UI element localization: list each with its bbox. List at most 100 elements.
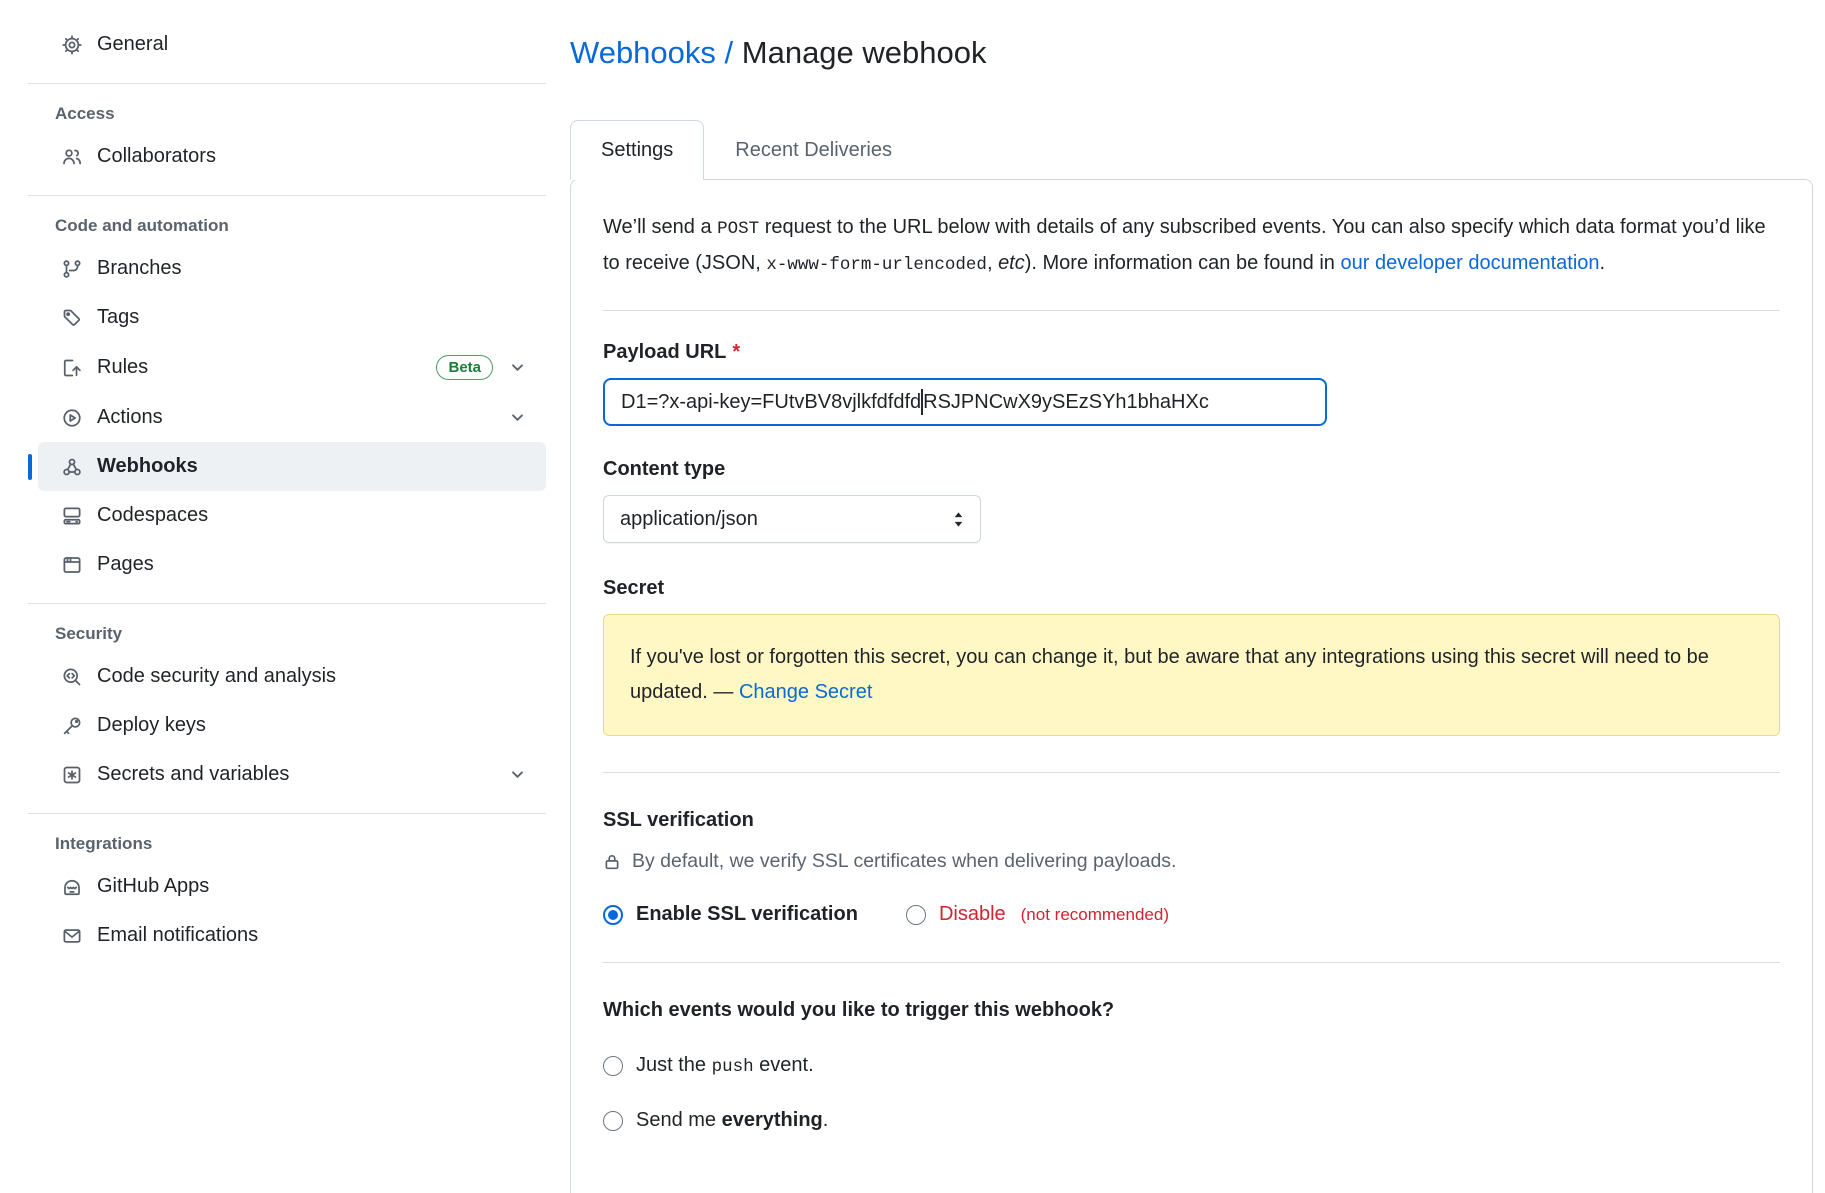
section-divider — [603, 962, 1780, 963]
enable-ssl-option[interactable]: Enable SSL verification — [603, 903, 858, 926]
codespaces-icon — [62, 506, 82, 526]
webhook-icon — [62, 457, 82, 477]
sidebar-item-label: Rules — [97, 356, 148, 379]
sidebar-item-branches[interactable]: Branches — [38, 244, 546, 293]
section-divider — [603, 772, 1780, 773]
sidebar-divider — [28, 813, 546, 814]
sidebar-item-webhooks[interactable]: Webhooks — [38, 442, 546, 491]
sidebar-item-label: Tags — [97, 306, 139, 329]
payload-url-value-after-caret: RSJPNCwX9ySEzSYh1bhaHXc — [923, 391, 1209, 414]
tag-icon — [62, 308, 82, 328]
urlencoded-code: x-www-form-urlencoded — [766, 255, 987, 275]
just-push-label: Just the push event. — [636, 1054, 814, 1077]
git-branch-icon — [62, 259, 82, 279]
page-title: Webhooks / Manage webhook — [570, 28, 1813, 78]
sidebar-item-label: Collaborators — [97, 145, 216, 168]
sidebar-divider — [28, 195, 546, 196]
post-code: POST — [717, 219, 759, 239]
tab-recent-deliveries[interactable]: Recent Deliveries — [704, 120, 923, 180]
sidebar-item-code-security[interactable]: Code security and analysis — [38, 652, 546, 701]
sidebar-item-label: Actions — [97, 406, 163, 429]
intro-text: , — [987, 252, 998, 274]
send-everything-option[interactable]: Send me everything. — [603, 1109, 1780, 1132]
radio-unchecked-icon[interactable] — [603, 1056, 623, 1076]
intro-text: We’ll send a — [603, 216, 717, 238]
gear-icon — [62, 35, 82, 55]
chevron-down-icon[interactable] — [509, 359, 526, 376]
people-icon — [62, 147, 82, 167]
lock-icon — [603, 853, 621, 871]
radio-checked-icon[interactable] — [603, 905, 623, 925]
radio-unchecked-icon[interactable] — [603, 1111, 623, 1131]
send-everything-label: Send me everything. — [636, 1109, 828, 1132]
sidebar-section-header-security: Security — [28, 624, 546, 644]
breadcrumb-webhooks-link[interactable]: Webhooks / — [570, 35, 733, 70]
events-question: Which events would you like to trigger t… — [603, 999, 1780, 1022]
sidebar-item-pages[interactable]: Pages — [38, 540, 546, 589]
tab-settings[interactable]: Settings — [570, 120, 704, 180]
sidebar-item-email-notifications[interactable]: Email notifications — [38, 911, 546, 960]
rules-icon — [62, 358, 82, 378]
secret-label: Secret — [603, 577, 1780, 600]
ssl-note-text: By default, we verify SSL certificates w… — [632, 850, 1176, 873]
tabnav: Settings Recent Deliveries — [570, 120, 1813, 180]
payload-url-value-before-caret: D1=?x-api-key=FUtvBV8vjlkfdfdfd — [621, 391, 921, 414]
sidebar-item-tags[interactable]: Tags — [38, 293, 546, 342]
radio-unchecked-icon[interactable] — [906, 905, 926, 925]
sidebar-item-github-apps[interactable]: GitHub Apps — [38, 862, 546, 911]
developer-documentation-link[interactable]: our developer documentation — [1340, 252, 1599, 274]
ssl-radio-group: Enable SSL verification Disable (not rec… — [603, 903, 1780, 926]
beta-badge: Beta — [436, 355, 493, 380]
sidebar-item-label: Deploy keys — [97, 714, 206, 737]
sidebar-item-label: GitHub Apps — [97, 875, 209, 898]
sidebar-item-collaborators[interactable]: Collaborators — [38, 132, 546, 181]
page-title-text: Manage webhook — [742, 35, 987, 70]
webhook-settings-card: We’ll send a POST request to the URL bel… — [570, 179, 1813, 1193]
sidebar-item-label: Pages — [97, 553, 154, 576]
sidebar-item-label: Code security and analysis — [97, 665, 336, 688]
sidebar-item-rules[interactable]: Rules Beta — [38, 342, 546, 393]
ssl-verification-heading: SSL verification — [603, 809, 1780, 832]
settings-sidebar: General Access Collaborators Code and au… — [0, 0, 546, 1193]
change-secret-link[interactable]: Change Secret — [739, 681, 872, 703]
sidebar-item-label: Webhooks — [97, 455, 198, 478]
just-push-option[interactable]: Just the push event. — [603, 1054, 1780, 1077]
sidebar-divider — [28, 603, 546, 604]
disable-ssl-note: (not recommended) — [1021, 905, 1169, 925]
ssl-note: By default, we verify SSL certificates w… — [603, 850, 1780, 873]
key-icon — [62, 716, 82, 736]
chevron-down-icon[interactable] — [509, 766, 526, 783]
payload-url-label: Payload URL* — [603, 341, 1780, 364]
sidebar-item-deploy-keys[interactable]: Deploy keys — [38, 701, 546, 750]
asterisk-box-icon — [62, 765, 82, 785]
sidebar-item-label: Branches — [97, 257, 182, 280]
disable-ssl-label: Disable — [939, 903, 1006, 926]
main-content: Webhooks / Manage webhook Settings Recen… — [570, 0, 1813, 1193]
chevron-down-icon[interactable] — [509, 409, 526, 426]
intro-text: ). More information can be found in — [1025, 252, 1341, 274]
repo-settings-page: General Access Collaborators Code and au… — [0, 0, 1825, 1193]
secret-warning-box: If you've lost or forgotten this secret,… — [603, 614, 1780, 736]
sidebar-section-header-integrations: Integrations — [28, 834, 546, 854]
code-scan-icon — [62, 667, 82, 687]
content-type-select[interactable]: application/json — [603, 495, 981, 543]
enable-ssl-label: Enable SSL verification — [636, 903, 858, 926]
sidebar-item-actions[interactable]: Actions — [38, 393, 546, 442]
intro-text: . — [1600, 252, 1606, 274]
intro-etc: etc — [998, 252, 1025, 274]
disable-ssl-option[interactable]: Disable (not recommended) — [906, 903, 1169, 926]
sidebar-item-codespaces[interactable]: Codespaces — [38, 491, 546, 540]
section-divider — [603, 310, 1780, 311]
intro-paragraph: We’ll send a POST request to the URL bel… — [603, 210, 1780, 282]
sidebar-section-header-code-automation: Code and automation — [28, 216, 546, 236]
sidebar-item-general[interactable]: General — [38, 20, 546, 69]
select-arrows-icon — [951, 510, 966, 529]
push-code: push — [712, 1057, 754, 1077]
sidebar-item-secrets-variables[interactable]: Secrets and variables — [38, 750, 546, 799]
play-icon — [62, 408, 82, 428]
sidebar-section-header-access: Access — [28, 104, 546, 124]
sidebar-divider — [28, 83, 546, 84]
sidebar-item-label: Codespaces — [97, 504, 208, 527]
payload-url-input[interactable]: D1=?x-api-key=FUtvBV8vjlkfdfdfdRSJPNCwX9… — [603, 378, 1327, 426]
sidebar-item-label: General — [97, 33, 168, 56]
